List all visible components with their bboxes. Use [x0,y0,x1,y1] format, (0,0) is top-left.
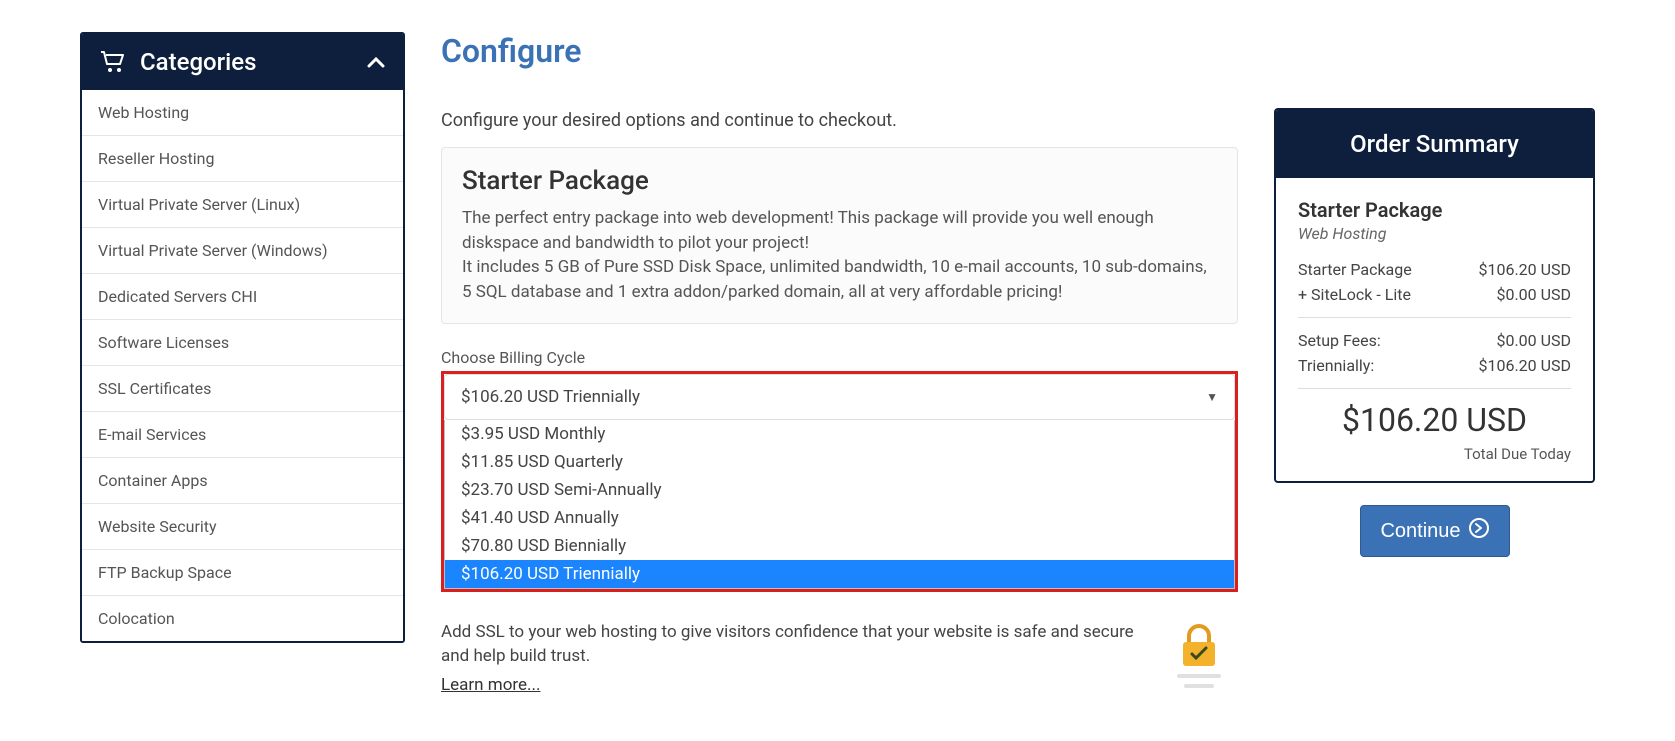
sidebar-item-email-services[interactable]: E-mail Services [82,411,403,457]
continue-label: Continue [1380,520,1460,543]
learn-more-link[interactable]: Learn more... [441,675,540,695]
cart-icon [100,50,126,74]
sidebar-item-web-hosting[interactable]: Web Hosting [82,90,403,135]
billing-option-monthly[interactable]: $3.95 USD Monthly [445,420,1234,448]
lock-icon [1160,620,1238,688]
sidebar-item-ssl-certificates[interactable]: SSL Certificates [82,365,403,411]
package-box: Starter Package The perfect entry packag… [441,147,1238,324]
summary-fee-label: Triennially: [1298,356,1374,375]
billing-option-quarterly[interactable]: $11.85 USD Quarterly [445,448,1234,476]
order-summary-box: Order Summary Starter Package Web Hostin… [1274,108,1595,483]
sidebar-item-vps-linux[interactable]: Virtual Private Server (Linux) [82,181,403,227]
sidebar-item-colocation[interactable]: Colocation [82,595,403,641]
billing-option-semiannually[interactable]: $23.70 USD Semi-Annually [445,476,1234,504]
categories-sidebar: Categories Web Hosting Reseller Hosting … [80,32,405,643]
summary-total-label: Total Due Today [1298,445,1571,463]
chevron-down-icon: ▼ [1206,390,1218,404]
summary-fee-row: Triennially: $106.20 USD [1298,353,1571,378]
sidebar-item-software-licenses[interactable]: Software Licenses [82,319,403,365]
billing-cycle-selected: $106.20 USD Triennially [461,387,640,407]
ssl-addon: Add SSL to your web hosting to give visi… [441,606,1238,709]
summary-line-value: $106.20 USD [1478,260,1571,279]
arrow-right-icon [1469,518,1489,544]
order-summary-header: Order Summary [1276,110,1593,178]
billing-cycle-dropdown: $3.95 USD Monthly $11.85 USD Quarterly $… [444,420,1235,589]
billing-option-annually[interactable]: $41.40 USD Annually [445,504,1234,532]
billing-option-biennially[interactable]: $70.80 USD Biennially [445,532,1234,560]
summary-line-item: Starter Package $106.20 USD [1298,257,1571,282]
sidebar-item-vps-windows[interactable]: Virtual Private Server (Windows) [82,227,403,273]
categories-title: Categories [140,48,256,76]
sidebar-item-dedicated-servers[interactable]: Dedicated Servers CHI [82,273,403,319]
sidebar-item-reseller-hosting[interactable]: Reseller Hosting [82,135,403,181]
sidebar-item-ftp-backup[interactable]: FTP Backup Space [82,549,403,595]
package-name: Starter Package [462,166,1217,196]
chevron-up-icon [367,53,385,72]
summary-fee-value: $0.00 USD [1496,331,1571,350]
summary-fee-row: Setup Fees: $0.00 USD [1298,328,1571,353]
summary-line-item: + SiteLock - Lite $0.00 USD [1298,282,1571,307]
billing-cycle-select[interactable]: $106.20 USD Triennially ▼ [444,374,1235,420]
sidebar-item-container-apps[interactable]: Container Apps [82,457,403,503]
page-subtitle: Configure your desired options and conti… [441,110,1238,131]
continue-button[interactable]: Continue [1360,505,1510,557]
sidebar-item-website-security[interactable]: Website Security [82,503,403,549]
configure-main: Configure Configure your desired options… [441,32,1238,709]
summary-product-category: Web Hosting [1298,224,1571,243]
page-title: Configure [441,32,1238,70]
summary-total: $106.20 USD [1298,401,1571,439]
summary-product-title: Starter Package [1298,198,1571,222]
package-description-1: The perfect entry package into web devel… [462,206,1217,255]
categories-list: Web Hosting Reseller Hosting Virtual Pri… [82,90,403,641]
order-summary-col: Order Summary Starter Package Web Hostin… [1274,32,1595,709]
summary-line-label: Starter Package [1298,260,1412,279]
billing-highlight: $106.20 USD Triennially ▼ $3.95 USD Mont… [441,371,1238,592]
summary-line-label: + SiteLock - Lite [1298,285,1411,304]
summary-line-value: $0.00 USD [1496,285,1571,304]
package-description-2: It includes 5 GB of Pure SSD Disk Space,… [462,255,1217,304]
billing-option-triennially[interactable]: $106.20 USD Triennially [445,560,1234,588]
summary-fee-value: $106.20 USD [1478,356,1571,375]
ssl-addon-text: Add SSL to your web hosting to give visi… [441,620,1146,669]
categories-header[interactable]: Categories [82,34,403,90]
billing-cycle-label: Choose Billing Cycle [441,348,1238,367]
summary-fee-label: Setup Fees: [1298,331,1381,350]
